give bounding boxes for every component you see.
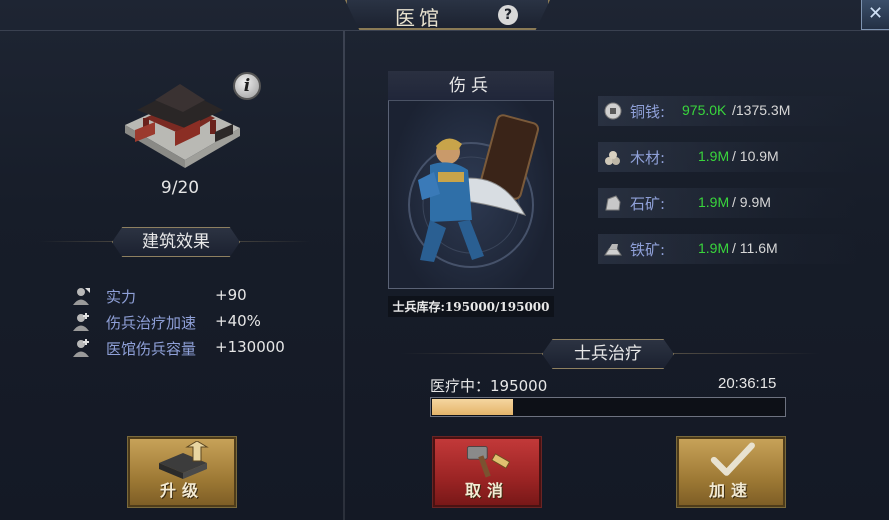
- effects-section-header: 建筑效果: [40, 227, 310, 257]
- heal-speed-icon: [73, 313, 89, 331]
- upgrade-label: 升级: [159, 481, 204, 500]
- resource-current: 1.9M: [698, 240, 730, 256]
- resource-row-copper: 铜钱: 975.0K /1375.3M: [598, 96, 858, 126]
- close-icon: ✕: [867, 3, 884, 24]
- effect-value: +90: [215, 286, 247, 304]
- effect-label: 实力: [106, 288, 137, 306]
- resource-name: 石矿:: [630, 195, 666, 213]
- effect-row: 实力 +90: [70, 284, 330, 310]
- unit-title: 伤兵: [388, 71, 554, 101]
- panel-divider: [343, 31, 345, 520]
- hammer-icon: [466, 446, 511, 478]
- resource-row-iron: 铁矿: 1.9M / 11.6M: [598, 234, 858, 264]
- speedup-button[interactable]: 加速: [676, 436, 786, 508]
- upgrade-button[interactable]: 升级: [127, 436, 237, 508]
- effects-header-label: 建筑效果: [112, 227, 240, 257]
- resource-max: /1375.3M: [732, 102, 791, 118]
- effect-value: +40%: [215, 312, 261, 330]
- top-divider: [0, 30, 889, 31]
- healing-section-header: 士兵治疗: [400, 339, 820, 369]
- wounded-soldier-image: [408, 114, 540, 268]
- help-icon[interactable]: ?: [498, 5, 518, 25]
- effect-row: 医馆伤兵容量 +130000: [70, 336, 330, 362]
- building-level: 9/20: [160, 178, 200, 198]
- resource-max: / 11.6M: [732, 240, 778, 256]
- healing-time-left: 20:36:15: [718, 375, 777, 392]
- iron-icon: [604, 244, 622, 256]
- resource-name: 木材:: [630, 149, 666, 167]
- speedup-label: 加速: [708, 481, 753, 500]
- checkmark-icon: [710, 442, 755, 476]
- upgrade-icon: [159, 441, 209, 479]
- resource-max: / 10.9M: [732, 148, 779, 164]
- resource-name: 铁矿:: [630, 241, 666, 259]
- effect-label: 医馆伤兵容量: [106, 340, 197, 358]
- soldier-stock: 士兵库存:195000/195000: [388, 296, 554, 317]
- resource-name: 铜钱:: [630, 103, 666, 121]
- resource-row-wood: 木材: 1.9M / 10.9M: [598, 142, 858, 172]
- cancel-label: 取消: [464, 481, 509, 500]
- wood-icon: [605, 151, 620, 165]
- window-title: 医馆: [395, 6, 443, 30]
- close-button[interactable]: ✕: [861, 0, 889, 30]
- soldier-power-icon: [73, 288, 90, 305]
- healing-progress-bar: [430, 397, 786, 417]
- info-icon[interactable]: i: [233, 72, 261, 100]
- coin-icon: [604, 102, 622, 120]
- hospital-building-image: [125, 84, 240, 168]
- cancel-button[interactable]: 取消: [432, 436, 542, 508]
- healing-header-label: 士兵治疗: [542, 339, 674, 369]
- effect-value: +130000: [215, 338, 285, 356]
- resource-current: 1.9M: [698, 194, 730, 210]
- stone-icon: [605, 195, 621, 211]
- resource-max: / 9.9M: [732, 194, 771, 210]
- healing-progress-fill: [432, 399, 513, 415]
- effect-row: 伤兵治疗加速 +40%: [70, 310, 330, 336]
- capacity-icon: [73, 339, 89, 357]
- resource-row-stone: 石矿: 1.9M / 9.9M: [598, 188, 858, 218]
- resource-current: 1.9M: [698, 148, 730, 164]
- healing-status: 医疗中：195000: [430, 377, 548, 395]
- resource-current: 975.0K: [682, 102, 727, 118]
- effect-label: 伤兵治疗加速: [106, 314, 197, 332]
- effects-list: 实力 +90 伤兵治疗加速 +40% 医馆伤兵容量 +130000: [70, 284, 330, 362]
